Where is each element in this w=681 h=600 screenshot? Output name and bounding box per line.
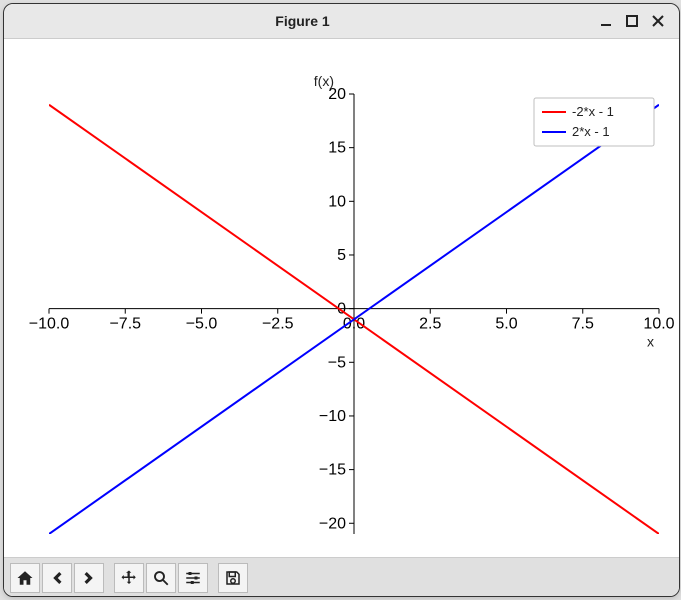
x-tick-label: 2.5 bbox=[419, 316, 441, 333]
x-axis-label: x bbox=[647, 334, 654, 350]
legend-label: -2*x - 1 bbox=[572, 104, 614, 119]
minimize-button[interactable] bbox=[593, 8, 619, 34]
y-tick-label: −15 bbox=[319, 462, 346, 479]
y-axis-label: f(x) bbox=[314, 73, 334, 89]
y-tick-label: 15 bbox=[328, 140, 346, 157]
zoom-icon bbox=[152, 569, 170, 587]
save-button[interactable] bbox=[218, 563, 248, 593]
back-button[interactable] bbox=[42, 563, 72, 593]
home-button[interactable] bbox=[10, 563, 40, 593]
x-tick-label: 7.5 bbox=[572, 316, 594, 333]
x-tick-label: −5.0 bbox=[186, 316, 218, 333]
y-tick-label: 10 bbox=[328, 193, 346, 210]
titlebar: Figure 1 bbox=[4, 4, 679, 39]
configure-button[interactable] bbox=[178, 563, 208, 593]
arrow-right-icon bbox=[80, 569, 98, 587]
x-tick-label: 5.0 bbox=[495, 316, 517, 333]
sliders-icon bbox=[184, 569, 202, 587]
zoom-button[interactable] bbox=[146, 563, 176, 593]
y-tick-label: −10 bbox=[319, 408, 346, 425]
y-tick-label: −5 bbox=[328, 354, 346, 371]
arrow-left-icon bbox=[48, 569, 66, 587]
forward-button[interactable] bbox=[74, 563, 104, 593]
plot-area[interactable]: −10.0−7.5−5.0−2.50.02.55.07.510.0−20−15−… bbox=[4, 39, 679, 557]
x-tick-label: −10.0 bbox=[29, 316, 70, 333]
legend-label: 2*x - 1 bbox=[572, 124, 610, 139]
y-tick-label: 5 bbox=[337, 247, 346, 264]
x-tick-label: −7.5 bbox=[109, 316, 141, 333]
save-icon bbox=[224, 569, 242, 587]
home-icon bbox=[16, 569, 34, 587]
pan-button[interactable] bbox=[114, 563, 144, 593]
matplotlib-toolbar bbox=[4, 557, 679, 597]
x-tick-label: 10.0 bbox=[643, 316, 674, 333]
figure-window: Figure 1 −10.0−7.5−5.0−2.50.02.55.07.510… bbox=[3, 3, 680, 597]
maximize-button[interactable] bbox=[619, 8, 645, 34]
y-tick-label: −20 bbox=[319, 515, 346, 532]
close-button[interactable] bbox=[645, 8, 671, 34]
chart-svg: −10.0−7.5−5.0−2.50.02.55.07.510.0−20−15−… bbox=[4, 39, 679, 557]
x-tick-label: −2.5 bbox=[262, 316, 294, 333]
window-title: Figure 1 bbox=[12, 13, 593, 29]
move-icon bbox=[120, 569, 138, 587]
